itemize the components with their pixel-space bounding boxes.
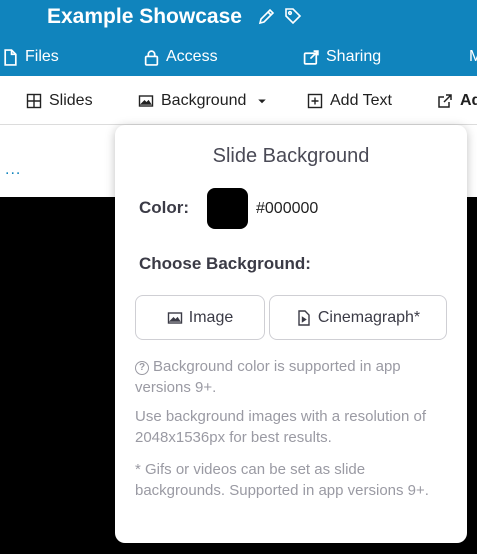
support-note: ? Background color is supported in app ve…: [135, 356, 445, 398]
external-link-icon: [438, 94, 452, 108]
color-value[interactable]: #000000: [256, 200, 318, 218]
file-icon: [4, 48, 17, 66]
nav-sharing[interactable]: Sharing: [303, 48, 381, 66]
image-icon: [167, 311, 182, 324]
nav-files-label: Files: [25, 48, 59, 65]
color-swatch[interactable]: [207, 188, 248, 229]
resolution-note: Use background images with a resolution …: [135, 408, 426, 446]
background-label: Background: [161, 92, 247, 109]
plus-square-icon: [307, 93, 323, 109]
support-note-text: Background color is supported in app ver…: [135, 358, 401, 396]
app-header: Example Showcase Files Access Sharing M: [0, 0, 477, 76]
slides-label: Slides: [49, 92, 93, 109]
nav-access-label: Access: [166, 48, 218, 65]
slides-button[interactable]: Slides: [26, 92, 93, 110]
app-title: Example Showcase: [47, 5, 242, 28]
pencil-icon[interactable]: [257, 6, 277, 26]
cinemagraph-button-label: Cinemagraph*: [317, 308, 421, 326]
gifs-note: * Gifs or videos can be set as slide bac…: [135, 461, 429, 499]
image-icon: [138, 95, 154, 107]
background-popover: Slide Background Color: #000000 Choose B…: [115, 125, 467, 543]
add-text-label: Add Text: [330, 92, 392, 109]
nav-files[interactable]: Files: [2, 48, 59, 66]
image-button[interactable]: Image: [135, 295, 265, 340]
nav-more[interactable]: M: [469, 48, 477, 66]
video-file-icon: [298, 309, 310, 326]
cinemagraph-button[interactable]: Cinemagraph*: [269, 295, 447, 340]
nav-more-label: M: [469, 48, 477, 65]
editor-toolbar: Slides Background Add Text Ad: [0, 76, 477, 125]
choose-background-label: Choose Background:: [139, 254, 311, 273]
color-label: Color:: [139, 198, 190, 217]
add-button[interactable]: Ad: [437, 92, 477, 110]
popover-title: Slide Background: [212, 145, 370, 167]
nav-access[interactable]: Access: [143, 48, 218, 66]
nav-sharing-label: Sharing: [326, 48, 382, 65]
add-text-button[interactable]: Add Text: [307, 92, 392, 110]
add-label: Ad: [460, 92, 477, 109]
grid-icon: [26, 93, 42, 109]
share-icon: [303, 49, 319, 65]
lock-icon: [144, 49, 159, 66]
background-button[interactable]: Background: [138, 92, 268, 110]
caret-down-icon: [258, 99, 267, 104]
tag-icon[interactable]: [283, 6, 303, 26]
question-circle-icon: ?: [135, 361, 149, 375]
image-button-label: Image: [188, 308, 234, 326]
more-options[interactable]: ...: [5, 161, 21, 179]
